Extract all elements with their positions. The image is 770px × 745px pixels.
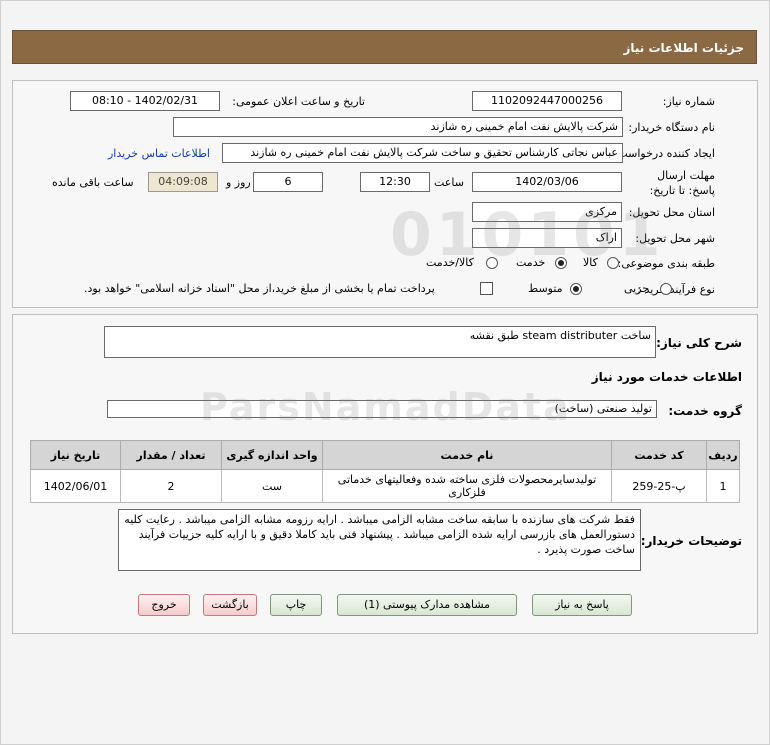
services-table: ردیف کد خدمت نام خدمت واحد اندازه گیری ت… — [30, 440, 740, 503]
cell-need-date: 1402/06/01 — [30, 469, 121, 503]
announce-field: 1402/02/31 - 08:10 — [70, 91, 220, 111]
col-need-date: تاریخ نیاز — [30, 440, 121, 470]
col-row-number: ردیف — [706, 440, 740, 470]
days-label: روز و — [226, 176, 251, 189]
col-quantity: تعداد / مقدار — [120, 440, 222, 470]
deadline-date-field: 1402/03/06 — [472, 172, 622, 192]
print-button[interactable]: چاپ — [270, 594, 322, 616]
purchase-radio-medium[interactable] — [570, 283, 582, 295]
reply-button[interactable]: پاسخ به نیاز — [532, 594, 632, 616]
buyer-org-field: شرکت پالایش نفت امام خمینی ره شازند — [173, 117, 623, 137]
category-radio-service[interactable] — [555, 257, 567, 269]
service-group-label: گروه خدمت: — [668, 404, 742, 418]
province-field: مرکزی — [472, 202, 622, 222]
table-header-row: ردیف کد خدمت نام خدمت واحد اندازه گیری ت… — [30, 440, 740, 470]
category-option-service: خدمت — [516, 256, 546, 269]
table-row: 1 پ-25-259 تولیدسایرمحصولات فلزی ساخته ش… — [30, 469, 740, 503]
category-radio-goods[interactable] — [607, 257, 619, 269]
deadline-time-field: 12:30 — [360, 172, 430, 192]
services-heading: اطلاعات خدمات مورد نیاز — [591, 370, 742, 384]
city-field: اراک — [472, 228, 622, 248]
buyer-notes-label: توضیحات خریدار: — [640, 534, 742, 548]
treasury-checkbox[interactable] — [480, 282, 493, 295]
cell-unit: ست — [221, 469, 323, 503]
remaining-time-field: 04:09:08 — [148, 172, 218, 192]
col-service-code: کد خدمت — [611, 440, 707, 470]
days-field: 6 — [253, 172, 323, 192]
purchase-option-medium: متوسط — [528, 282, 563, 295]
cell-row-number: 1 — [706, 469, 740, 503]
creator-field: عباس نجاتی کارشناس تحقیق و ساخت شرکت پال… — [222, 143, 623, 163]
purchase-option-minor: جزیی — [624, 282, 650, 295]
need-number-field: 1102092447000256 — [472, 91, 622, 111]
attachments-button[interactable]: مشاهده مدارک پیوستی (1) — [337, 594, 517, 616]
purchase-radio-minor[interactable] — [660, 283, 672, 295]
service-group-field: تولید صنعتی (ساخت) — [107, 400, 657, 418]
summary-field: ساخت steam distributer طبق نقشه — [104, 326, 656, 358]
cell-service-code: پ-25-259 — [611, 469, 707, 503]
buyer-notes-field: فقط شرکت های سازنده با سابقه ساخت مشابه … — [118, 509, 641, 571]
deadline-label: مهلت ارسال پاسخ: تا تاریخ: — [649, 169, 715, 197]
creator-label: ایجاد کننده درخواست: — [613, 147, 715, 160]
col-service-name: نام خدمت — [322, 440, 612, 470]
need-number-label: شماره نیاز: — [662, 95, 715, 108]
cell-quantity: 2 — [120, 469, 222, 503]
page-header: جزئیات اطلاعات نیاز — [12, 30, 757, 64]
cell-service-name: تولیدسایرمحصولات فلزی ساخته شده وفعالیته… — [322, 469, 612, 503]
buyer-contact-link[interactable]: اطلاعات تماس خریدار — [108, 147, 210, 160]
announce-label: تاریخ و ساعت اعلان عمومی: — [232, 95, 365, 108]
col-unit: واحد اندازه گیری — [221, 440, 323, 470]
back-button[interactable]: بازگشت — [203, 594, 257, 616]
deadline-time-label: ساعت — [434, 176, 464, 189]
page-title: جزئیات اطلاعات نیاز — [623, 41, 744, 55]
category-option-goods-service: کالا/خدمت — [426, 256, 474, 269]
category-label: طبقه بندی موضوعی: — [617, 257, 715, 270]
city-label: شهر محل تحویل: — [635, 232, 715, 245]
province-label: استان محل تحویل: — [628, 206, 715, 219]
payment-note: پرداخت تمام یا بخشی از مبلغ خرید،از محل … — [84, 282, 435, 295]
remaining-label: ساعت باقی مانده — [52, 176, 134, 189]
buyer-org-label: نام دستگاه خریدار: — [628, 121, 715, 134]
category-radio-goods-service[interactable] — [486, 257, 498, 269]
exit-button[interactable]: خروج — [138, 594, 190, 616]
summary-label: شرح کلی نیاز: — [656, 336, 742, 350]
category-option-goods: کالا — [583, 256, 598, 269]
